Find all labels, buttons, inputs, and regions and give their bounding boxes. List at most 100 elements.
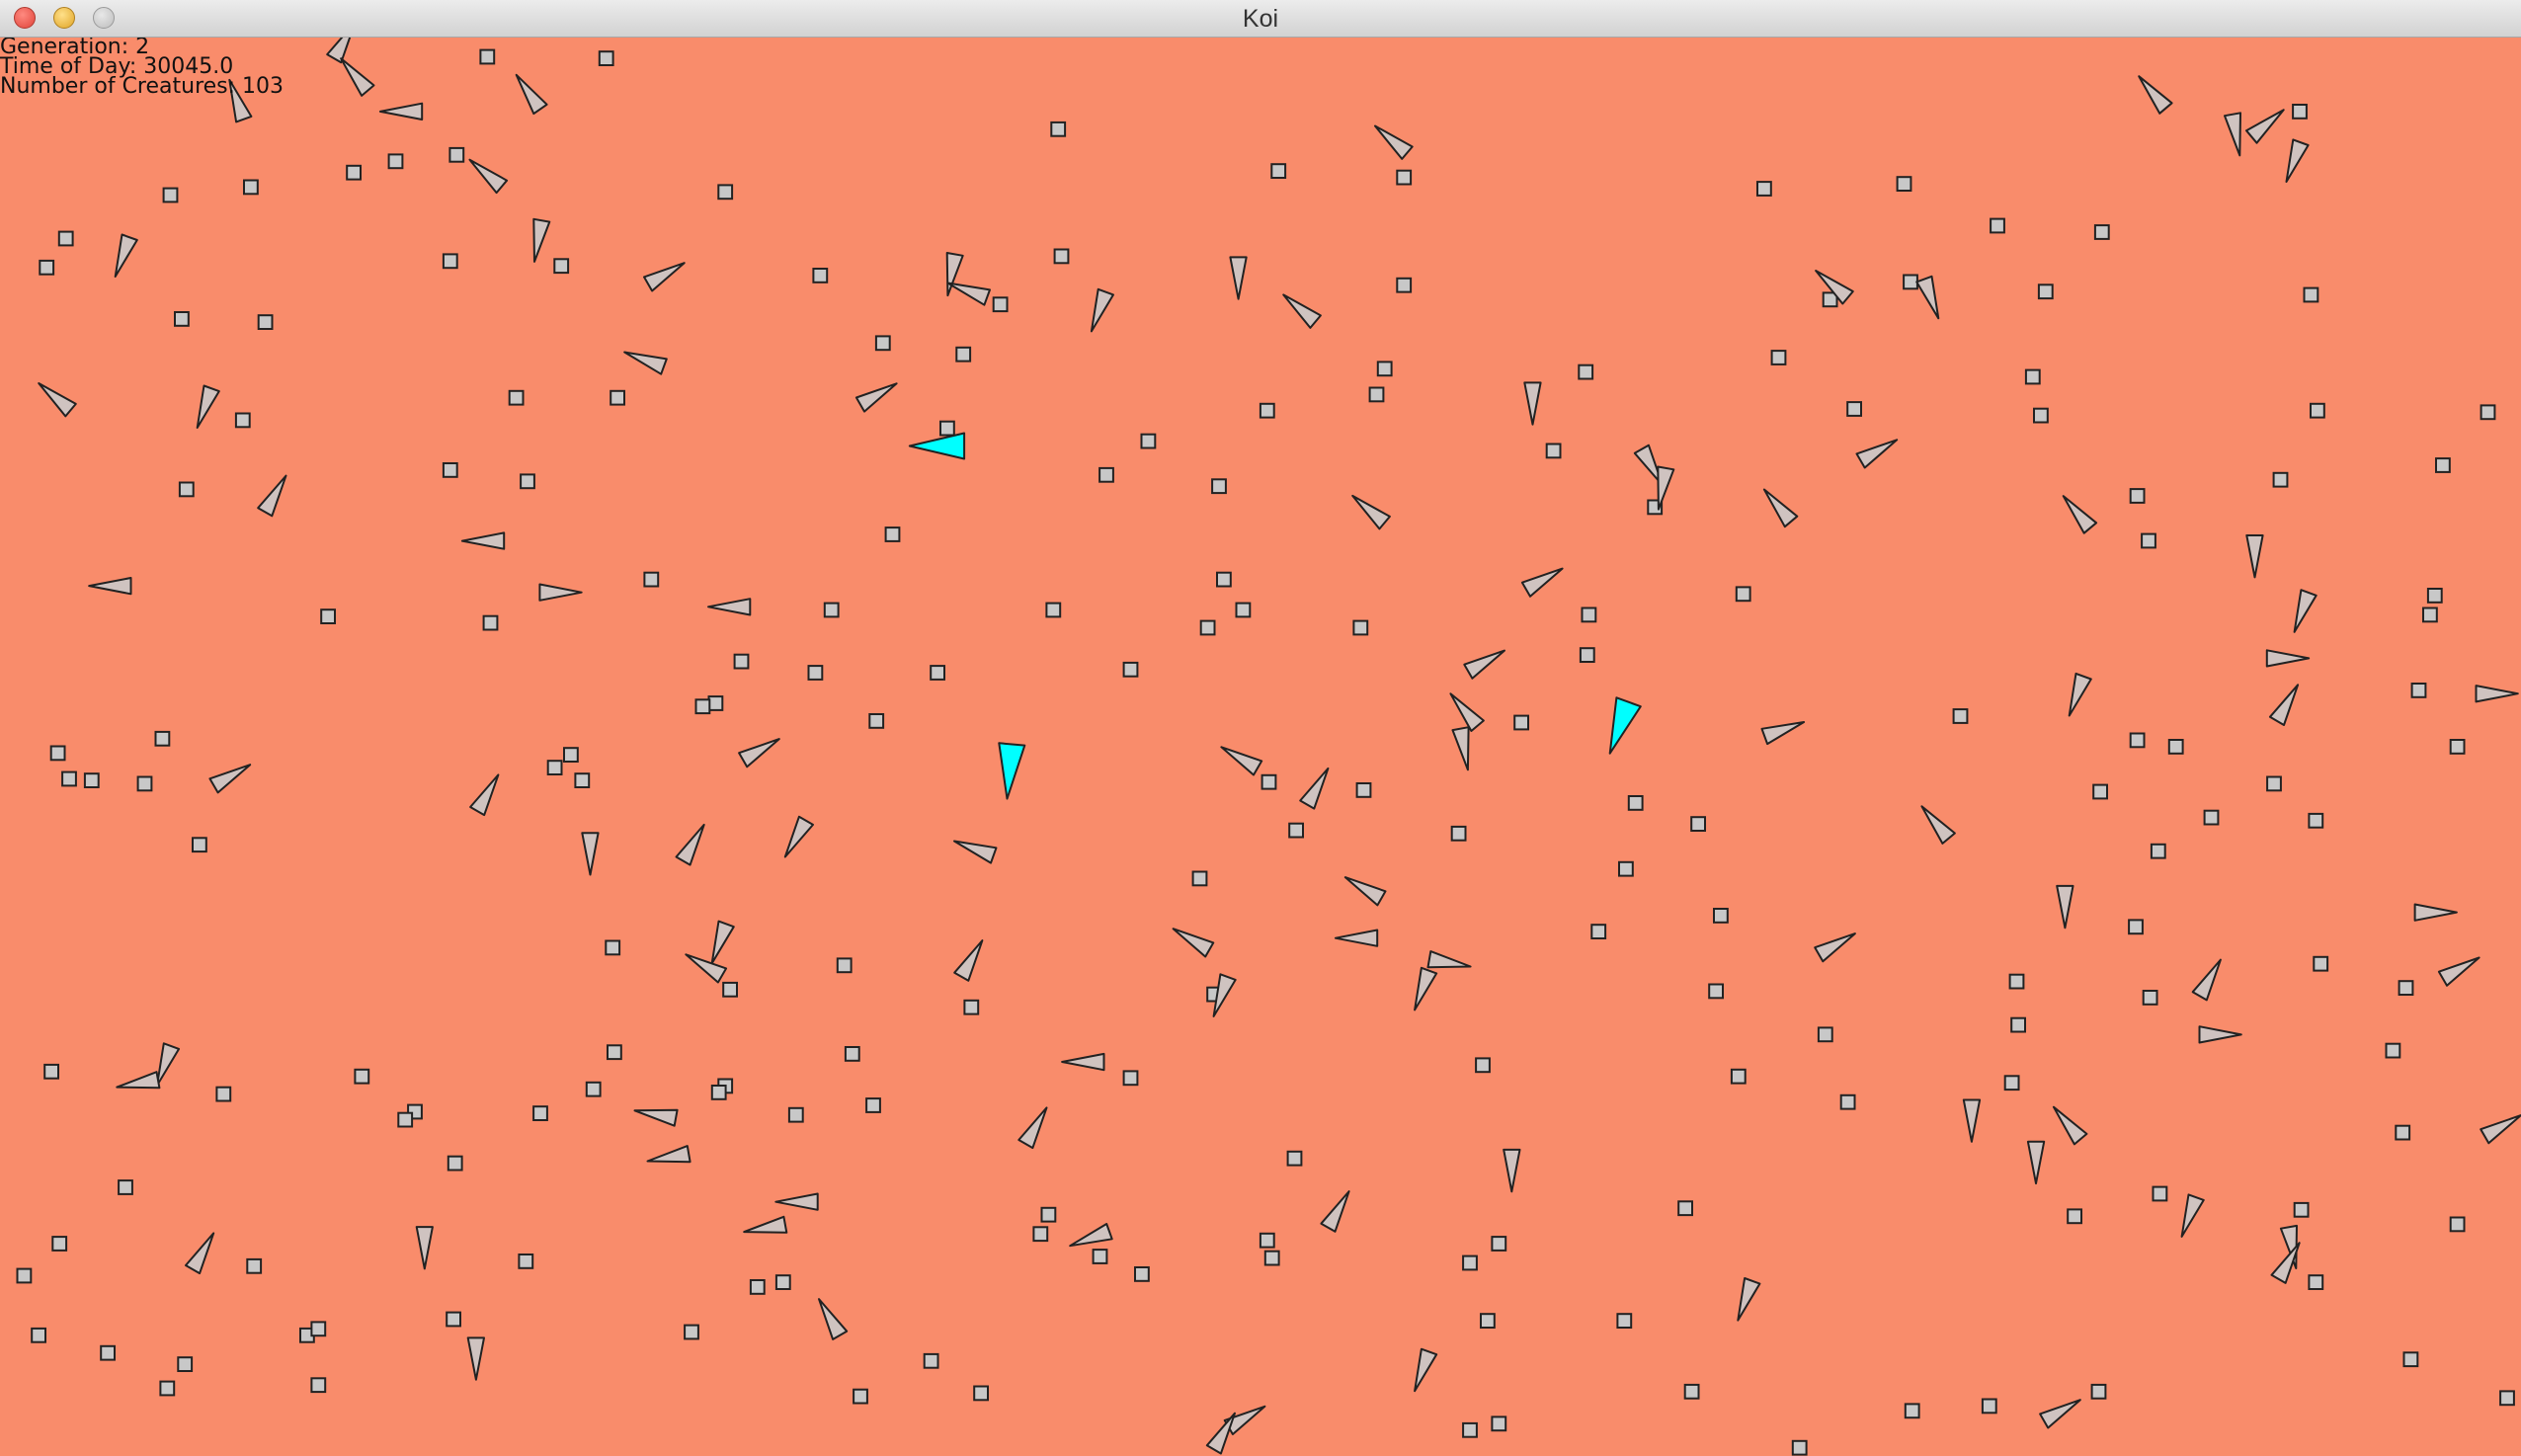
food-pellet <box>1450 825 1467 842</box>
food-pellet <box>749 1279 766 1295</box>
creature <box>1855 439 1899 469</box>
food-pellet <box>1756 181 1772 197</box>
food-pellet <box>1581 607 1597 623</box>
food-pellet <box>2480 404 2496 421</box>
food-pellet <box>930 665 946 681</box>
creature <box>460 531 506 550</box>
creature <box>257 474 287 518</box>
food-pellet <box>2037 283 2054 300</box>
food-pellet <box>16 1267 33 1284</box>
creature <box>2056 884 2074 930</box>
food-pellet <box>1259 402 1275 419</box>
food-pellet <box>1708 983 1724 1000</box>
creature <box>2293 589 2318 633</box>
food-pellet <box>1491 1236 1507 1252</box>
creature <box>208 764 252 794</box>
food-pellet <box>1730 1068 1747 1085</box>
food-pellet <box>1513 714 1529 731</box>
food-pellet <box>1990 217 2005 234</box>
creature <box>623 351 668 375</box>
creature <box>685 953 728 984</box>
food-pellet <box>1352 619 1369 636</box>
creature <box>953 939 984 982</box>
food-pellet <box>2310 402 2325 419</box>
creature <box>38 382 77 418</box>
food-pellet <box>448 146 465 163</box>
creature <box>1220 746 1263 776</box>
food-pellet <box>61 770 77 787</box>
food-pellet <box>2033 407 2049 424</box>
food-pellet <box>1396 277 1413 293</box>
food-pellet <box>939 420 955 437</box>
creature <box>2245 534 2264 579</box>
food-pellet <box>812 268 829 283</box>
creature <box>854 382 898 413</box>
food-pellet <box>159 1380 176 1397</box>
creature <box>1299 767 1330 810</box>
food-pellet <box>1288 822 1304 839</box>
food-pellet <box>532 1105 548 1121</box>
food-pellet <box>2008 973 2025 990</box>
food-pellet <box>100 1344 116 1361</box>
creature <box>1374 124 1414 160</box>
food-pellet <box>1896 176 1912 192</box>
food-pellet <box>992 296 1009 313</box>
creature <box>196 384 220 429</box>
food-pellet <box>2410 683 2427 698</box>
food-pellet <box>243 179 259 196</box>
food-pellet <box>39 259 55 276</box>
simulation-canvas[interactable]: Generation: 2 Time of Day: 30045.0 Numbe… <box>0 38 2521 1456</box>
creature <box>1962 1098 1982 1143</box>
creature <box>1657 465 1675 511</box>
food-pellet <box>1092 1249 1108 1264</box>
food-pellet <box>2313 955 2329 972</box>
creature-count-label: Number of Creatures: 103 <box>0 74 285 99</box>
creature <box>1737 1277 1761 1322</box>
food-pellet <box>1579 647 1595 664</box>
creature <box>646 1145 691 1164</box>
food-pellet <box>1839 1093 1856 1110</box>
creature <box>2026 1140 2046 1185</box>
food-pellet <box>643 571 660 588</box>
food-pellet <box>2150 843 2166 859</box>
food-pellet <box>546 760 563 776</box>
food-pellet <box>1045 602 1062 618</box>
food-pellet <box>823 602 840 618</box>
food-pellet <box>2167 739 2184 755</box>
creature <box>1814 932 1856 963</box>
creature <box>633 1108 679 1127</box>
window-titlebar[interactable]: Koi <box>0 0 2521 38</box>
food-pellet <box>733 653 750 670</box>
food-pellet <box>177 1356 194 1372</box>
food-pellet <box>2093 224 2110 240</box>
creature <box>946 282 991 306</box>
food-pellet <box>1053 248 1070 265</box>
creature <box>2480 1114 2521 1145</box>
food-pellet <box>234 412 251 429</box>
food-pellet <box>2449 1216 2466 1233</box>
food-pellet <box>1791 1439 1808 1456</box>
food-pellet <box>43 1063 60 1080</box>
food-pellet <box>1981 1398 1997 1415</box>
food-pellet <box>694 698 711 715</box>
food-pellet <box>397 1111 414 1128</box>
creature <box>1523 381 1542 426</box>
food-pellet <box>49 745 66 762</box>
food-pellet <box>774 1274 791 1290</box>
food-pellet <box>446 1311 462 1328</box>
food-pellet <box>1122 661 1139 678</box>
food-pellet <box>1590 924 1607 940</box>
food-pellet <box>1032 1226 1049 1243</box>
food-pellet <box>2003 1075 2020 1092</box>
food-pellet <box>118 1179 133 1195</box>
food-pellet <box>1578 364 1594 380</box>
food-pellet <box>2308 1274 2324 1290</box>
creature <box>1426 950 1472 969</box>
creature <box>1351 494 1391 530</box>
food-pellet <box>563 747 579 764</box>
food-pellet <box>83 772 100 789</box>
food-pellet <box>585 1081 602 1097</box>
food-pellet <box>1211 478 1227 495</box>
food-pellet <box>1545 443 1562 459</box>
food-pellet <box>215 1086 232 1102</box>
